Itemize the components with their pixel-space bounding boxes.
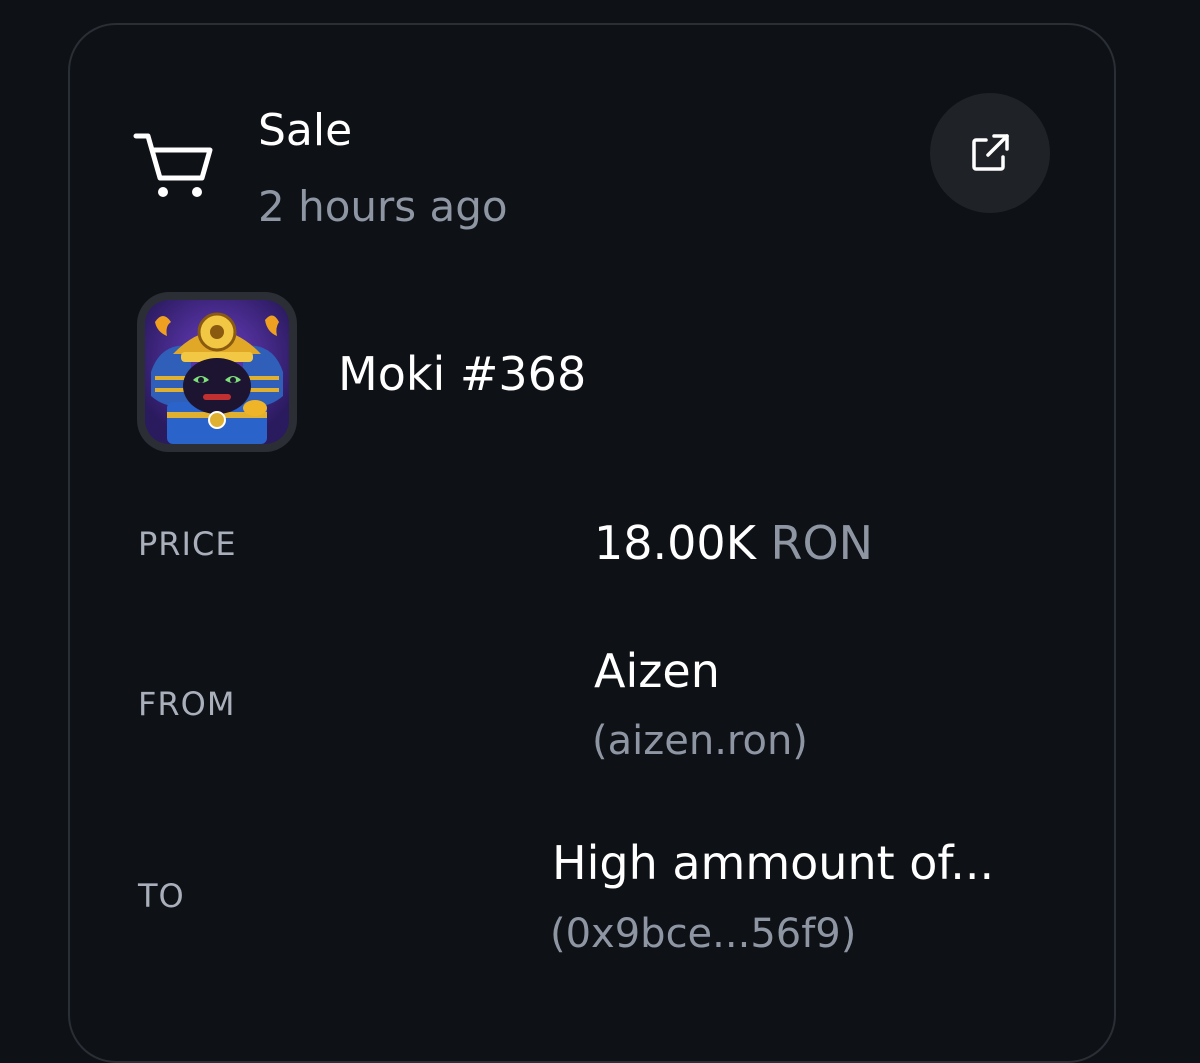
- external-link-icon: [972, 134, 1009, 171]
- price-currency: RON: [770, 516, 874, 570]
- price-label: PRICE: [138, 525, 237, 563]
- to-name[interactable]: High ammount of...: [552, 832, 994, 894]
- nft-thumbnail[interactable]: [137, 292, 297, 452]
- to-address[interactable]: (0x9bce...56f9): [550, 905, 856, 963]
- price-value: 18.00K RON: [594, 512, 873, 574]
- from-address[interactable]: (aizen.ron): [592, 712, 808, 770]
- moki-avatar-image: [145, 300, 289, 444]
- from-name[interactable]: Aizen: [594, 640, 720, 702]
- open-external-button[interactable]: [930, 93, 1050, 213]
- price-amount: 18.00K: [594, 516, 756, 570]
- to-label: TO: [138, 877, 185, 915]
- nft-name[interactable]: Moki #368: [338, 343, 586, 405]
- cart-icon: [133, 133, 213, 197]
- from-label: FROM: [138, 685, 236, 723]
- event-type-label: Sale: [258, 105, 353, 156]
- event-timestamp: 2 hours ago: [258, 182, 508, 231]
